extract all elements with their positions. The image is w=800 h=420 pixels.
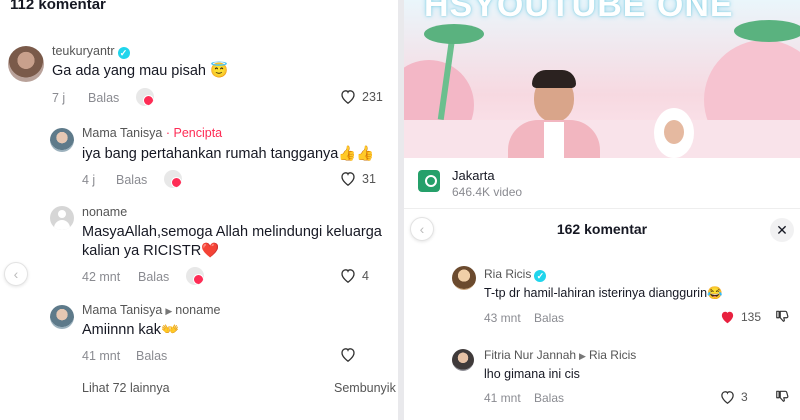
reply-button[interactable]: Balas: [116, 173, 147, 187]
location-video-count: 646.4K video: [452, 185, 523, 199]
creator-liked-avatar-icon: [164, 170, 182, 188]
heart-icon: [721, 391, 734, 404]
left-comments-panel: 112 komentar teukuryantr ✓ Ga ada yang ma…: [0, 0, 398, 420]
reply-arrow-icon: ▶: [165, 306, 173, 316]
reply-to-username[interactable]: Ria Ricis: [589, 348, 636, 362]
comment-text: T-tp dr hamil-lahiran isterinya dianggur…: [484, 286, 723, 300]
divider: [404, 208, 800, 209]
avatar[interactable]: [50, 305, 74, 329]
comments-count-header: 112 komentar: [10, 0, 106, 13]
location-name: Jakarta: [452, 168, 495, 183]
verified-icon: ✓: [534, 270, 547, 282]
location-pin-icon: [418, 170, 440, 192]
like-button[interactable]: 4: [340, 268, 369, 283]
like-count: 3: [741, 390, 748, 404]
comment-time: 4 j: [82, 173, 96, 187]
reply-button[interactable]: Balas: [534, 391, 564, 405]
reply-button[interactable]: Balas: [88, 91, 119, 105]
like-button[interactable]: 31: [340, 171, 376, 186]
like-button[interactable]: 135: [720, 310, 761, 324]
reply-button[interactable]: Balas: [138, 270, 169, 284]
like-button[interactable]: 3: [720, 390, 748, 404]
avatar[interactable]: [8, 46, 44, 82]
like-count: 31: [362, 171, 376, 186]
reply-arrow-icon: ▶: [579, 351, 586, 361]
heart-icon: [341, 172, 355, 186]
heart-filled-icon: [721, 311, 734, 324]
comment-username[interactable]: Mama Tanisya ▶ noname: [82, 303, 220, 317]
comment-time: 7 j: [52, 91, 66, 105]
avatar[interactable]: [452, 266, 476, 290]
comments-title: 162 komentar: [556, 221, 648, 237]
dislike-icon[interactable]: [775, 389, 789, 406]
comment-username[interactable]: Mama Tanisya · Pencipta: [82, 126, 222, 140]
username-text[interactable]: teukuryantr: [52, 44, 115, 58]
creator-tag: · Pencipta: [165, 126, 223, 140]
comment-time: 43 mnt: [484, 311, 521, 325]
comment-text: Amiinnn kak👐: [82, 322, 180, 338]
creator-liked-avatar-icon: [186, 267, 204, 285]
comment-text-line2: kalian ya RICISTR❤️: [82, 243, 220, 259]
hide-replies-button[interactable]: Sembunyik: [334, 381, 396, 395]
comment-username[interactable]: teukuryantr ✓: [52, 44, 130, 59]
heart-icon: [341, 348, 355, 362]
like-count: 231: [362, 89, 383, 104]
comment-text: Ga ada yang mau pisah 😇: [52, 63, 229, 79]
right-comments-panel: HSYOUTUBE ONE Jakarta 646.4K video ‹ 162…: [404, 0, 800, 420]
username-text[interactable]: Ria Ricis: [484, 267, 531, 281]
comment-text-line1: MasyaAllah,semoga Allah melindungi kelua…: [82, 224, 382, 240]
comment-time: 42 mnt: [82, 270, 121, 284]
like-count: 135: [741, 310, 762, 324]
default-avatar-icon[interactable]: [50, 206, 74, 230]
comment-text: iya bang pertahankan rumah tangganya👍👍: [82, 146, 375, 162]
username-text[interactable]: Mama Tanisya: [82, 303, 162, 317]
view-more-replies-button[interactable]: Lihat 72 lainnya: [82, 381, 170, 395]
avatar[interactable]: [452, 349, 474, 371]
username-text[interactable]: Fitria Nur Jannah: [484, 348, 576, 362]
like-button[interactable]: 231: [340, 89, 383, 104]
dislike-icon[interactable]: [775, 309, 789, 326]
comment-username[interactable]: Fitria Nur Jannah ▶ Ria Ricis: [484, 348, 636, 362]
creator-liked-avatar-icon: [136, 88, 154, 106]
heart-icon: [341, 90, 355, 104]
heart-icon: [341, 269, 355, 283]
comment-time: 41 mnt: [82, 349, 121, 363]
comment-time: 41 mnt: [484, 391, 521, 405]
reply-button[interactable]: Balas: [136, 349, 167, 363]
close-icon[interactable]: ✕: [770, 218, 794, 242]
like-button[interactable]: [340, 347, 356, 362]
reply-to-username[interactable]: noname: [175, 303, 220, 317]
comment-username[interactable]: noname: [82, 205, 127, 219]
chevron-left-icon[interactable]: ‹: [4, 262, 28, 286]
video-thumbnail[interactable]: HSYOUTUBE ONE: [404, 0, 800, 158]
location-row[interactable]: Jakarta 646.4K video: [418, 168, 798, 202]
like-count: 4: [362, 268, 369, 283]
avatar[interactable]: [50, 128, 74, 152]
reply-button[interactable]: Balas: [534, 311, 564, 325]
comment-username[interactable]: Ria Ricis ✓: [484, 267, 547, 282]
verified-icon: ✓: [117, 47, 130, 59]
username-text[interactable]: Mama Tanisya: [82, 126, 162, 140]
video-banner-title: HSYOUTUBE ONE: [424, 0, 734, 24]
comment-text: lho gimana ini cis: [484, 367, 580, 381]
